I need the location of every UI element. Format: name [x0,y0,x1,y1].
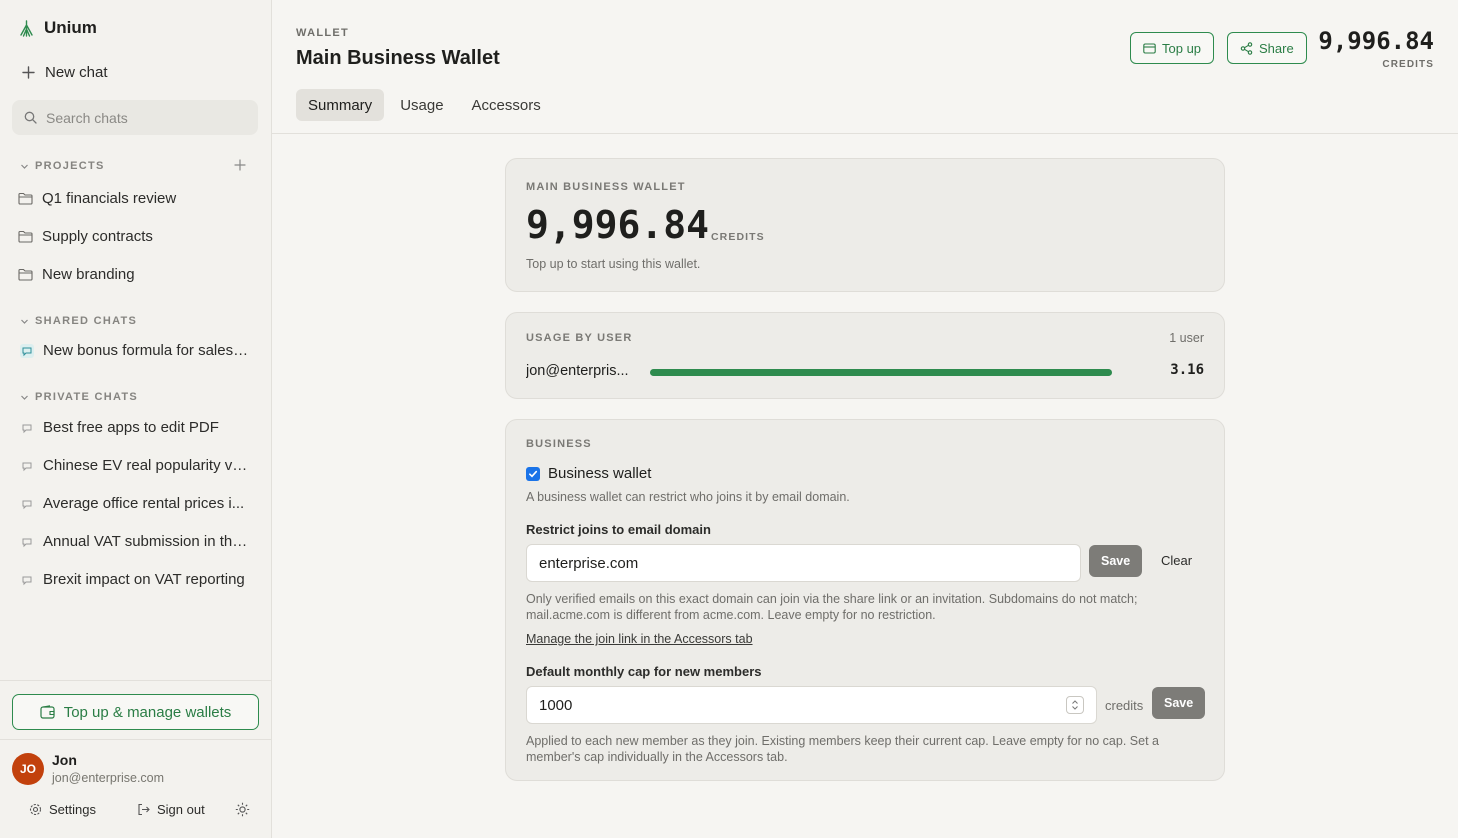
header-balance: 9,996.84 [1318,27,1434,55]
card-label: USAGE BY USER [526,332,633,344]
cap-help-line-1: Applied to each new member as they join.… [526,734,1159,748]
save-cap-button[interactable]: Save [1152,687,1206,719]
chat-bubble-icon [20,459,34,473]
private-chats-heading[interactable]: PRIVATE CHATS [20,391,138,403]
settings-button[interactable]: Settings [29,802,96,817]
chevron-down-icon [20,162,29,171]
cap-unit: credits [1105,698,1144,713]
divider [0,739,271,740]
sign-out-button[interactable]: Sign out [137,802,205,817]
share-icon [1240,41,1253,55]
top-up-manage-wallets-button[interactable]: Top up & manage wallets [12,694,259,730]
sidebar: Unium New chat PROJECTS Q1 financials re… [0,0,272,838]
shared-chat-bubble-icon [20,343,34,358]
credits-label: CREDITS [711,231,765,243]
page-header: WALLET Main Business Wallet Summary Usag… [272,0,1458,134]
divider [0,680,271,681]
usage-value: 3.16 [1170,362,1204,378]
domain-input[interactable]: enterprise.com [526,544,1081,582]
header-credits-label: CREDITS [1382,59,1434,70]
balance-hint: Top up to start using this wallet. [526,257,701,271]
theme-toggle-button[interactable] [235,802,250,817]
tab-accessors[interactable]: Accessors [460,89,553,121]
project-item[interactable]: Q1 financials review [18,190,258,207]
card-label: MAIN BUSINESS WALLET [526,181,686,193]
search-input[interactable] [46,109,236,126]
gear-icon [29,803,42,816]
new-chat-button[interactable]: New chat [22,64,108,81]
user-count: 1 user [1169,331,1204,345]
chevron-down-icon [20,393,29,402]
chat-bubble-icon [20,573,34,587]
private-chat-item[interactable]: Chinese EV real popularity vs... [20,457,260,474]
clear-domain-button[interactable]: Clear [1161,553,1192,568]
number-stepper[interactable] [1066,696,1084,714]
search-icon [24,111,37,124]
search-box[interactable] [12,100,258,135]
wallet-icon [1143,42,1156,54]
sun-icon [235,802,250,817]
folder-icon [18,268,33,281]
business-wallet-label: Business wallet [548,465,652,482]
main-content: WALLET Main Business Wallet Summary Usag… [272,0,1458,838]
private-chat-item[interactable]: Average office rental prices i... [20,495,260,512]
avatar[interactable]: JO [12,753,44,785]
manage-join-link[interactable]: Manage the join link in the Accessors ta… [526,632,753,646]
folder-icon [18,192,33,205]
tab-usage[interactable]: Usage [388,89,455,121]
cap-value: 1000 [539,696,573,714]
chat-bubble-icon [20,497,34,511]
usage-bar-fill [650,369,1112,376]
usage-bar [650,369,1112,376]
cap-input[interactable]: 1000 [526,686,1097,724]
private-chat-item[interactable]: Annual VAT submission in the... [20,533,260,550]
top-up-button[interactable]: Top up [1130,32,1215,64]
usage-card: USAGE BY USER 1 user jon@enterpris... 3.… [505,312,1225,399]
business-wallet-checkbox[interactable] [526,466,540,481]
chevron-down-icon [20,317,29,326]
wallet-icon [40,705,55,719]
domain-help-line-2: mail.acme.com is different from acme.com… [526,608,936,622]
projects-heading[interactable]: PROJECTS [20,160,105,172]
balance-card: MAIN BUSINESS WALLET 9,996.84 CREDITS To… [505,158,1225,292]
plus-icon [22,66,35,79]
brand-name: Unium [44,18,97,37]
tab-summary[interactable]: Summary [296,89,385,121]
usage-user-email: jon@enterpris... [526,363,629,379]
business-wallet-checkbox-row[interactable]: Business wallet [526,465,651,482]
cap-help-line-2: member's cap individually in the Accesso… [526,750,788,764]
new-chat-label: New chat [45,64,108,81]
card-label: BUSINESS [526,438,592,450]
cap-label: Default monthly cap for new members [526,664,762,679]
business-wallet-hint: A business wallet can restrict who joins… [526,490,850,504]
domain-help-line-1: Only verified emails on this exact domai… [526,592,1138,606]
sign-out-icon [137,803,150,816]
shared-chats-heading[interactable]: SHARED CHATS [20,315,137,327]
add-project-button[interactable] [234,159,246,171]
unium-logo-icon [18,19,35,37]
chat-bubble-icon [20,421,34,435]
wallet-balance: 9,996.84 [526,203,710,247]
private-chat-item[interactable]: Brexit impact on VAT reporting [20,571,260,588]
shared-chat-item[interactable]: New bonus formula for sales ... [20,342,260,359]
domain-label: Restrict joins to email domain [526,522,711,537]
brand[interactable]: Unium [18,18,97,38]
save-domain-button[interactable]: Save [1089,545,1143,577]
breadcrumb: WALLET [296,27,350,39]
user-name: Jon [52,752,77,768]
page-title: Main Business Wallet [296,47,500,69]
project-item[interactable]: Supply contracts [18,228,258,245]
business-card: BUSINESS Business wallet A business wall… [505,419,1225,781]
chat-bubble-icon [20,535,34,549]
user-email: jon@enterprise.com [52,771,165,785]
private-chat-item[interactable]: Best free apps to edit PDF [20,419,260,436]
tab-bar: Summary Usage Accessors [296,89,553,121]
folder-icon [18,230,33,243]
share-button[interactable]: Share [1227,32,1307,64]
project-item[interactable]: New branding [18,266,258,283]
